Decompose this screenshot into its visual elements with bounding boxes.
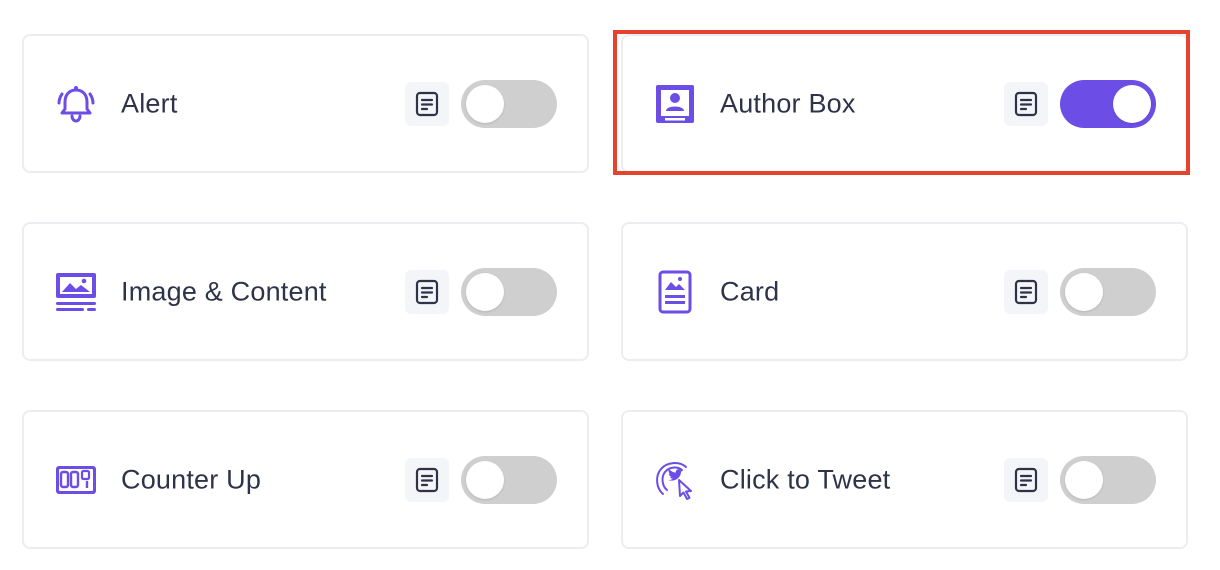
author-box-icon <box>653 82 697 126</box>
widget-label-card: Card <box>720 276 780 306</box>
widget-card-author-box: Author Box <box>613 30 1190 175</box>
documentation-button-alert[interactable] <box>405 81 449 126</box>
toggle-click-to-tweet[interactable] <box>1060 455 1156 504</box>
documentation-button-click-to-tweet[interactable] <box>1004 457 1048 502</box>
document-icon <box>415 91 439 116</box>
widget-card-card: Card <box>621 222 1188 361</box>
toggle-knob <box>466 460 504 499</box>
widget-card-alert: Alert <box>22 34 589 173</box>
toggle-image-content[interactable] <box>461 267 557 316</box>
widget-label-alert: Alert <box>121 88 178 118</box>
documentation-button-card[interactable] <box>1004 269 1048 314</box>
widget-label-author-box: Author Box <box>720 88 856 118</box>
document-icon <box>415 467 439 492</box>
widget-label-image-content: Image & Content <box>121 276 327 306</box>
counter-icon <box>54 458 98 502</box>
widget-label-click-to-tweet: Click to Tweet <box>720 464 891 494</box>
widget-card-click-to-tweet: Click to Tweet <box>621 410 1188 549</box>
toggle-knob <box>1065 272 1103 311</box>
document-icon <box>1014 91 1038 116</box>
toggle-knob <box>466 272 504 311</box>
document-icon <box>1014 467 1038 492</box>
image-content-icon <box>54 270 98 314</box>
toggle-author-box[interactable] <box>1060 79 1156 128</box>
documentation-button-image-content[interactable] <box>405 269 449 314</box>
toggle-card[interactable] <box>1060 267 1156 316</box>
toggle-knob <box>466 84 504 123</box>
widget-card-image-content: Image & Content <box>22 222 589 361</box>
card-icon <box>653 270 697 314</box>
toggle-alert[interactable] <box>461 79 557 128</box>
widget-label-counter-up: Counter Up <box>121 464 262 494</box>
toggle-knob <box>1113 84 1151 123</box>
documentation-button-counter-up[interactable] <box>405 457 449 502</box>
documentation-button-author-box[interactable] <box>1004 81 1048 126</box>
toggle-counter-up[interactable] <box>461 455 557 504</box>
document-icon <box>1014 279 1038 304</box>
toggle-knob <box>1065 460 1103 499</box>
click-to-tweet-icon <box>653 458 697 502</box>
widget-grid: Alert Author Box Image & Content Card Co… <box>22 30 1190 550</box>
document-icon <box>415 279 439 304</box>
widget-card-counter-up: Counter Up <box>22 410 589 549</box>
bell-icon <box>54 82 98 126</box>
